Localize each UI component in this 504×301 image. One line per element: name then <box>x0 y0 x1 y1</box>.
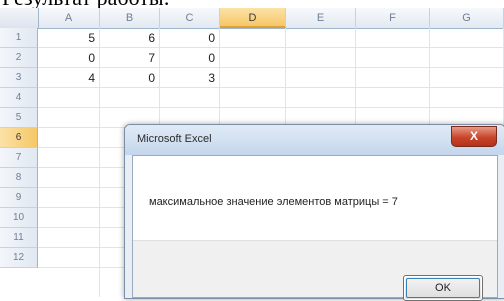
cell-a2[interactable]: 0 <box>38 48 100 68</box>
grid-line <box>38 107 504 108</box>
column-header-b[interactable]: B <box>100 8 160 28</box>
select-all-corner[interactable] <box>0 8 39 28</box>
column-header-f[interactable]: F <box>356 8 430 28</box>
cell-a1[interactable]: 5 <box>38 28 100 48</box>
close-button[interactable]: X <box>451 126 497 147</box>
row-header-2[interactable]: 2 <box>0 48 38 68</box>
row-header-4[interactable]: 4 <box>0 88 38 108</box>
cell-c1[interactable]: 0 <box>160 28 220 48</box>
cell-b3[interactable]: 0 <box>100 68 160 88</box>
page-caption: Результат работы: <box>0 0 504 9</box>
dialog-footer: OK <box>133 240 497 301</box>
row-header-1[interactable]: 1 <box>0 28 38 48</box>
cell-c3[interactable]: 3 <box>160 68 220 88</box>
row-header-3[interactable]: 3 <box>0 68 38 88</box>
row-header-12[interactable]: 12 <box>0 248 38 268</box>
cell-b2[interactable]: 7 <box>100 48 160 68</box>
message-box-dialog: Microsoft Excel X максимальное значение … <box>124 124 504 301</box>
dialog-body: максимальное значение элементов матрицы … <box>132 155 498 301</box>
cell-b1[interactable]: 6 <box>100 28 160 48</box>
row-header-7[interactable]: 7 <box>0 148 38 168</box>
column-header-e[interactable]: E <box>286 8 356 28</box>
dialog-titlebar[interactable]: Microsoft Excel X <box>125 125 504 155</box>
row-header-10[interactable]: 10 <box>0 208 38 228</box>
row-header-5[interactable]: 5 <box>0 108 38 128</box>
row-header-8[interactable]: 8 <box>0 168 38 188</box>
close-icon: X <box>469 129 478 143</box>
column-header-d[interactable]: D <box>220 8 286 28</box>
cell-c2[interactable]: 0 <box>160 48 220 68</box>
column-header-c[interactable]: C <box>160 8 220 28</box>
row-header-11[interactable]: 11 <box>0 228 38 248</box>
column-header-a[interactable]: A <box>38 8 100 28</box>
dialog-message: максимальное значение элементов матрицы … <box>149 196 398 208</box>
ok-button[interactable]: OK <box>403 275 483 301</box>
dialog-title: Microsoft Excel <box>137 133 212 145</box>
column-header-g[interactable]: G <box>430 8 504 28</box>
cell-a3[interactable]: 4 <box>38 68 100 88</box>
row-header-9[interactable]: 9 <box>0 188 38 208</box>
column-header-row: ABCDEFG <box>0 8 504 29</box>
row-header-6[interactable]: 6 <box>0 128 38 148</box>
